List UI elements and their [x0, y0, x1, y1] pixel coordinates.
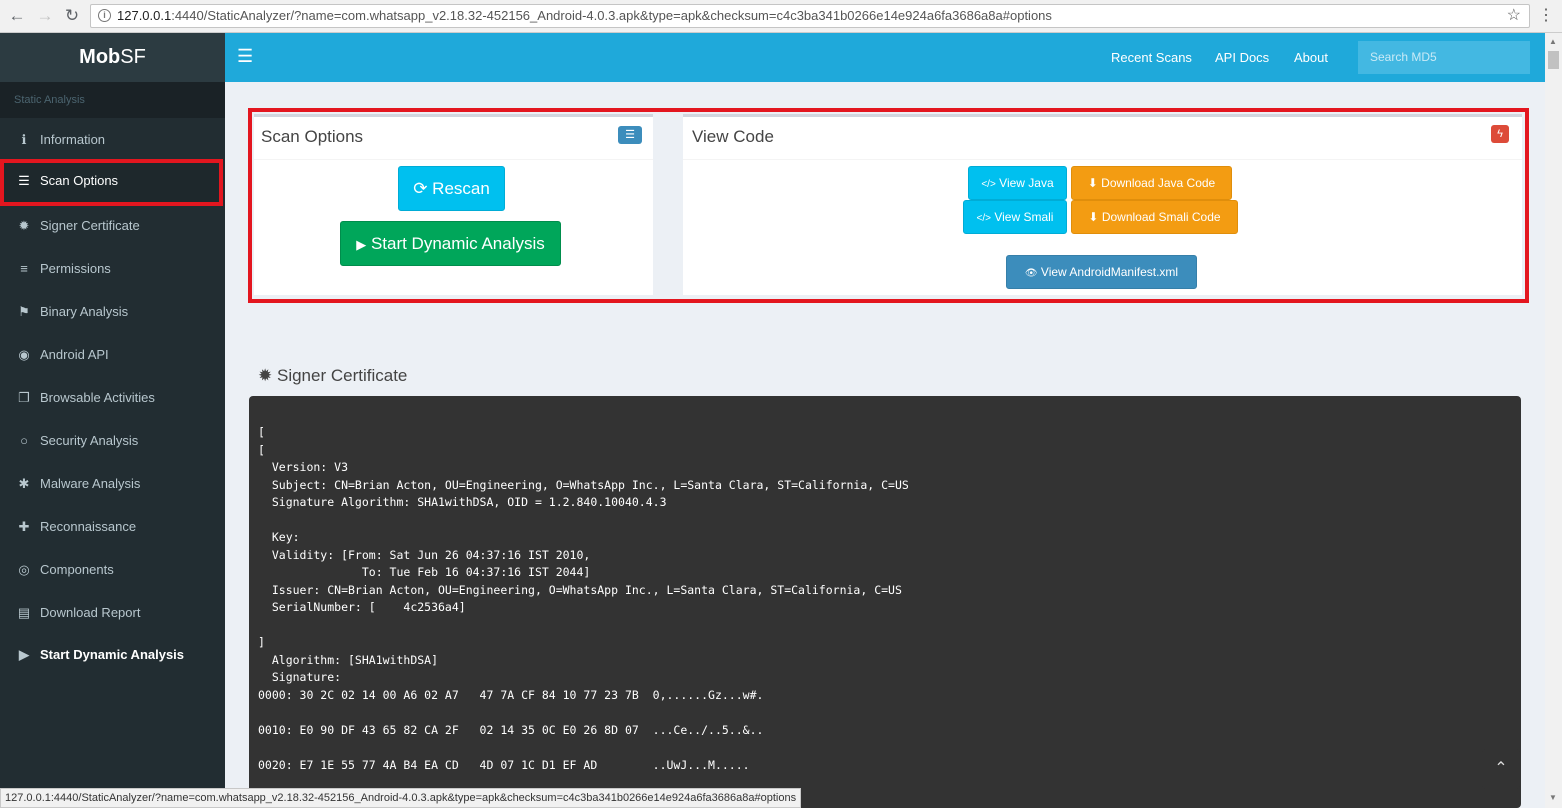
certificate-icon: ✹ [258, 366, 273, 385]
sidebar-item-information[interactable]: ℹ Information [0, 118, 225, 161]
page-scrollbar[interactable]: ▲ ▼ [1545, 33, 1562, 808]
code-line: Version: V3 [258, 460, 349, 474]
code-line: Signature Algorithm: SHA1withDSA, OID = … [258, 495, 667, 509]
dot-circle-icon: ◉ [18, 347, 30, 362]
nav-recent-scans[interactable]: Recent Scans [1111, 33, 1192, 82]
sidebar-item-permissions[interactable]: ≡ Permissions [0, 247, 225, 290]
code-line: SerialNumber: [ 4c2536a4] [258, 600, 466, 614]
sidebar-header: Static Analysis [0, 82, 225, 118]
highlight-box [248, 108, 1529, 303]
browser-menu-icon[interactable]: ⋮ [1538, 6, 1554, 26]
nav-api-docs[interactable]: API Docs [1215, 33, 1269, 82]
sidebar-item-android-api[interactable]: ◉ Android API [0, 333, 225, 376]
code-line: 0010: E0 90 DF 43 65 82 CA 2F 02 14 35 0… [258, 722, 764, 737]
top-navbar: ☰ Recent Scans API Docs About Search MD5 [225, 33, 1545, 82]
search-md5-input[interactable]: Search MD5 [1358, 41, 1530, 74]
code-line: To: Tue Feb 16 04:37:16 IST 2044] [258, 565, 591, 579]
address-bar[interactable]: i 127.0.0.1:4440/StaticAnalyzer/?name=co… [90, 4, 1530, 28]
sidebar-item-signer-certificate[interactable]: ✹ Signer Certificate [0, 204, 225, 247]
browser-toolbar: ← → ↻ i 127.0.0.1:4440/StaticAnalyzer/?n… [0, 0, 1562, 33]
dot-circle-icon: ◎ [18, 562, 30, 577]
sidebar-item-label: Malware Analysis [40, 476, 141, 491]
copy-icon: ❐ [18, 390, 30, 405]
url-path: :4440/StaticAnalyzer/?name=com.whatsapp_… [171, 8, 1052, 23]
sidebar-item-label: Browsable Activities [40, 390, 155, 405]
certificate-icon: ✹ [18, 218, 30, 233]
flag-icon: ⚑ [18, 304, 30, 319]
menu-toggle-icon[interactable]: ☰ [237, 46, 253, 67]
sidebar-item-label: Start Dynamic Analysis [40, 647, 185, 662]
url-host: 127.0.0.1 [117, 8, 172, 23]
code-line: Issuer: CN=Brian Acton, OU=Engineering, … [258, 582, 902, 597]
code-line: Subject: CN=Brian Acton, OU=Engineering,… [258, 477, 909, 492]
code-line: 0020: E7 1E 55 77 4A B4 EA CD 4D 07 1C D… [258, 757, 750, 772]
sidebar-item-binary-analysis[interactable]: ⚑ Binary Analysis [0, 290, 225, 333]
scrollbar-thumb[interactable] [1548, 51, 1559, 69]
sidebar-item-label: Information [40, 132, 106, 147]
scroll-up-icon[interactable]: ▲ [1549, 37, 1557, 46]
sidebar-item-label: Signer Certificate [40, 218, 140, 233]
sidebar-item-browsable-activities[interactable]: ❐ Browsable Activities [0, 376, 225, 419]
sidebar-item-label: Reconnaissance [40, 519, 137, 534]
plus-icon: ✚ [18, 519, 30, 534]
file-icon: ▤ [17, 605, 31, 620]
sidebar: MobSF Static Analysis ℹ Information ☰ Scan … [0, 33, 225, 808]
sidebar-item-label: Components [40, 562, 114, 577]
sidebar-item-download-report[interactable]: ▤ Download Report [0, 591, 225, 634]
sidebar-item-scan-options[interactable]: ☰ Scan Options [0, 159, 223, 206]
list-icon: ≡ [20, 261, 28, 276]
sidebar-item-label: Permissions [40, 261, 111, 276]
info-icon[interactable]: i [98, 9, 111, 22]
code-line: Validity: [From: Sat Jun 26 04:37:16 IST… [258, 547, 591, 562]
forward-arrow-icon[interactable]: → [34, 5, 56, 27]
nav-about[interactable]: About [1294, 33, 1328, 82]
sidebar-item-components[interactable]: ◎ Components [0, 548, 225, 591]
status-bar-url: 127.0.0.1:4440/StaticAnalyzer/?name=com.… [0, 788, 802, 808]
sidebar-item-label: Binary Analysis [40, 304, 129, 319]
info-circle-icon: ℹ [21, 132, 27, 147]
brand-logo[interactable]: MobSF [0, 33, 225, 82]
code-line: [ [258, 442, 265, 457]
bug-icon: ✱ [18, 476, 30, 491]
scroll-down-icon[interactable]: ▼ [1549, 793, 1557, 802]
sidebar-item-reconnaissance[interactable]: ✚ Reconnaissance [0, 505, 225, 548]
sidebar-item-label: Scan Options [40, 173, 119, 188]
circle-icon: ○ [20, 433, 28, 448]
reload-icon[interactable]: ↻ [61, 5, 83, 27]
code-line: Algorithm: [SHA1withDSA] [258, 652, 439, 667]
sidebar-item-start-dynamic-analysis[interactable]: ▶ Start Dynamic Analysis [0, 633, 225, 676]
code-line: Signature: [258, 670, 342, 684]
code-line: 0000: 30 2C 02 14 00 A6 02 A7 47 7A CF 8… [258, 687, 764, 702]
code-line: ] [258, 635, 265, 649]
server-icon: ☰ [18, 173, 30, 188]
code-line: [ [258, 425, 265, 439]
play-circle-icon: ▶ [19, 647, 29, 662]
bookmark-star-icon[interactable]: ☆ [1507, 5, 1521, 27]
back-arrow-icon[interactable]: ← [6, 5, 28, 27]
signer-certificate-heading: ✹ Signer Certificate [258, 366, 408, 385]
code-line: Key: [258, 530, 300, 544]
sidebar-item-malware-analysis[interactable]: ✱ Malware Analysis [0, 462, 225, 505]
sidebar-item-security-analysis[interactable]: ○ Security Analysis [0, 419, 225, 462]
certificate-code-block: [ [ Version: V3 Subject: CN=Brian Acton, … [249, 396, 1521, 808]
sidebar-item-label: Android API [40, 347, 109, 362]
sidebar-item-label: Download Report [40, 605, 141, 620]
back-to-top-button[interactable]: ⌃ [1482, 749, 1520, 789]
sidebar-item-label: Security Analysis [40, 433, 139, 448]
